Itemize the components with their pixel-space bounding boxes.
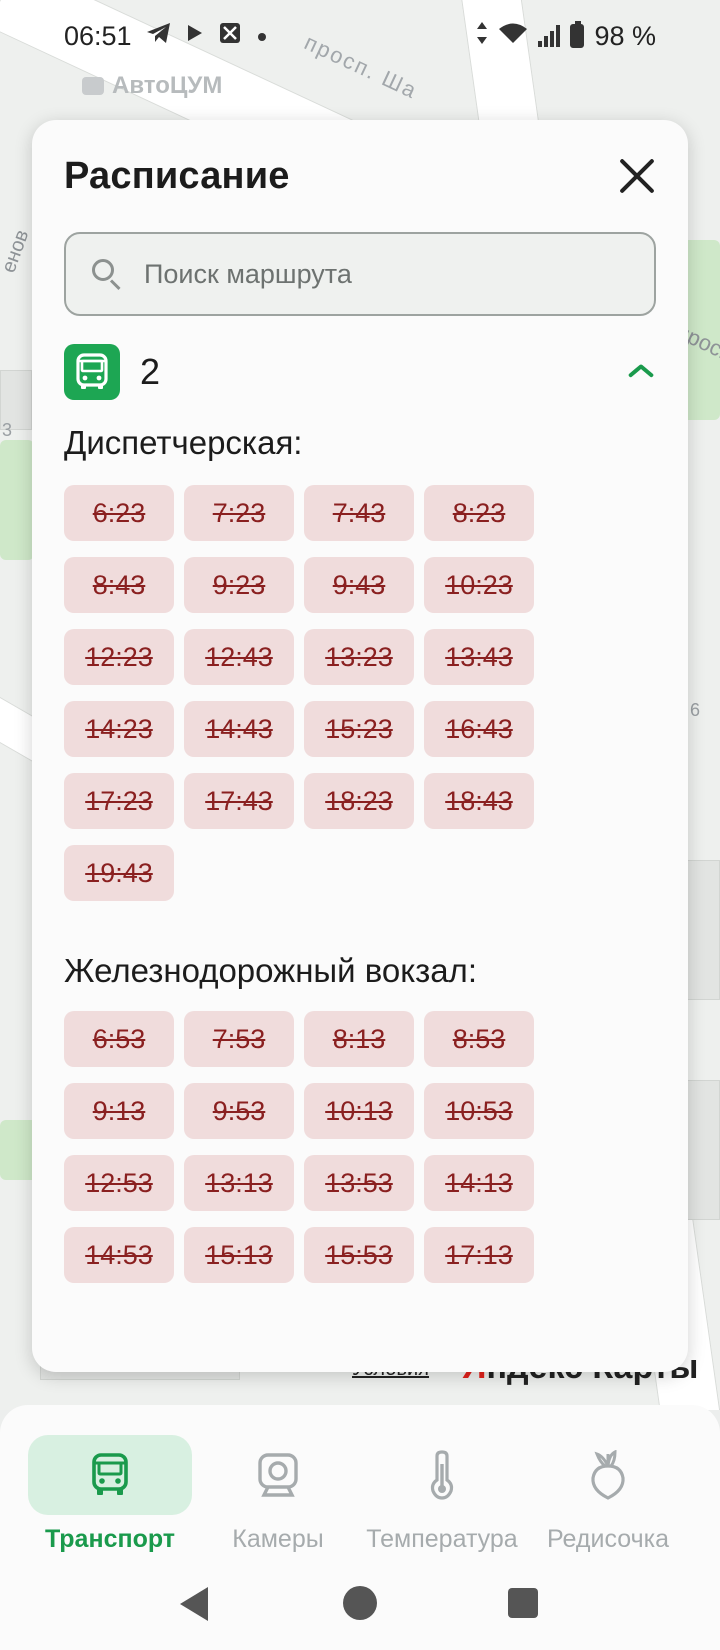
departure-time-chip[interactable]: 7:43 — [304, 485, 414, 541]
departure-time-chip[interactable]: 14:23 — [64, 701, 174, 757]
schedule-scroll-area[interactable]: 2 Диспетчерская: 6:23 7:23 7:43 8:23 8:43 9:2… — [32, 328, 688, 1372]
map-poi-autocum[interactable]: АвтоЦУМ — [82, 72, 222, 100]
home-icon[interactable] — [343, 1586, 377, 1620]
departure-time-chip[interactable]: 9:53 — [184, 1083, 294, 1139]
dot-icon — [256, 22, 268, 50]
map-poi-label: АвтоЦУМ — [112, 72, 223, 99]
departure-time-chip[interactable]: 13:43 — [424, 629, 534, 685]
system-navigation-bar — [0, 1575, 720, 1635]
bus-icon — [92, 1453, 128, 1495]
data-arrows-icon — [476, 21, 488, 52]
route-header[interactable]: 2 — [64, 344, 660, 400]
nav-label: Транспорт — [44, 1525, 176, 1553]
close-icon[interactable] — [614, 153, 660, 199]
thermometer-icon — [430, 1450, 454, 1500]
nav-transport[interactable]: Транспорт — [20, 1435, 200, 1565]
departure-time-chip[interactable]: 13:23 — [304, 629, 414, 685]
departure-time-chip[interactable]: 17:23 — [64, 773, 174, 829]
departure-time-chip[interactable]: 18:23 — [304, 773, 414, 829]
stop-name-railway-station: Железнодорожный вокзал: — [64, 952, 477, 989]
departure-time-chip[interactable]: 9:13 — [64, 1083, 174, 1139]
departure-time-chip[interactable]: 8:13 — [304, 1011, 414, 1067]
nav-radish[interactable]: Редисочка — [518, 1435, 698, 1565]
nav-temperature-pill — [360, 1435, 524, 1515]
status-bar: 06:51 98 % — [0, 0, 720, 72]
wifi-icon — [498, 22, 528, 51]
departure-time-chip[interactable]: 17:13 — [424, 1227, 534, 1283]
departure-time-chip[interactable]: 6:53 — [64, 1011, 174, 1067]
departure-time-chip[interactable]: 15:23 — [304, 701, 414, 757]
nav-label: Камеры — [232, 1525, 324, 1553]
route-search-input[interactable] — [144, 258, 584, 290]
departure-time-chip[interactable]: 15:13 — [184, 1227, 294, 1283]
car-icon — [82, 77, 104, 95]
nav-temperature[interactable]: Температура — [352, 1435, 532, 1565]
departure-time-chip[interactable]: 9:23 — [184, 557, 294, 613]
bottom-navigation: Транспорт Камеры Температура Редисочка — [0, 1405, 720, 1650]
nav-transport-pill — [28, 1435, 192, 1515]
departure-times-railway-station: 6:53 7:53 8:13 8:53 9:13 9:53 10:13 10:53 12:53 1… — [64, 1011, 544, 1283]
radish-icon — [591, 1450, 625, 1500]
departure-time-chip[interactable]: 7:23 — [184, 485, 294, 541]
map-house-number: 3 — [2, 420, 13, 440]
nav-radish-pill — [526, 1435, 690, 1515]
back-icon[interactable] — [180, 1587, 208, 1621]
signal-icon — [538, 25, 561, 47]
schedule-header: Расписание — [64, 146, 660, 206]
departure-time-chip[interactable]: 10:53 — [424, 1083, 534, 1139]
schedule-panel: Расписание Поиск маршрута 2 Диспетчерска… — [32, 120, 688, 1372]
battery-icon — [570, 21, 585, 48]
departure-times-dispatcher: 6:23 7:23 7:43 8:23 8:43 9:23 9:43 10:23 12:23 12… — [64, 485, 544, 901]
departure-time-chip[interactable]: 14:53 — [64, 1227, 174, 1283]
map-street-label-left: енов — [0, 226, 34, 276]
departure-time-chip[interactable]: 8:53 — [424, 1011, 534, 1067]
play-icon — [186, 22, 204, 50]
battery-percent: 98 % — [594, 20, 656, 51]
departure-time-chip[interactable]: 10:23 — [424, 557, 534, 613]
nav-cameras[interactable]: Камеры — [188, 1435, 368, 1565]
departure-time-chip[interactable]: 6:23 — [64, 485, 174, 541]
crossed-box-icon — [218, 21, 242, 52]
departure-time-chip[interactable]: 10:13 — [304, 1083, 414, 1139]
departure-time-chip[interactable]: 9:43 — [304, 557, 414, 613]
nav-label: Температура — [366, 1525, 518, 1553]
departure-time-chip[interactable]: 7:53 — [184, 1011, 294, 1067]
departure-time-chip[interactable]: 17:43 — [184, 773, 294, 829]
search-icon — [90, 257, 124, 291]
departure-time-chip[interactable]: 13:53 — [304, 1155, 414, 1211]
departure-time-chip[interactable]: 14:13 — [424, 1155, 534, 1211]
departure-time-chip[interactable]: 13:13 — [184, 1155, 294, 1211]
departure-time-chip[interactable]: 15:53 — [304, 1227, 414, 1283]
departure-time-chip[interactable]: 18:43 — [424, 773, 534, 829]
telegram-icon — [146, 21, 172, 52]
departure-time-chip[interactable]: 8:23 — [424, 485, 534, 541]
departure-time-chip[interactable]: 12:23 — [64, 629, 174, 685]
nav-cameras-pill — [196, 1435, 360, 1515]
departure-time-chip[interactable]: 14:43 — [184, 701, 294, 757]
recent-apps-icon[interactable] — [508, 1588, 538, 1618]
camera-icon — [258, 1453, 298, 1497]
panel-title: Расписание — [64, 154, 290, 197]
route-number: 2 — [140, 351, 161, 392]
departure-time-chip[interactable]: 12:53 — [64, 1155, 174, 1211]
stop-name-dispatcher: Диспетчерская: — [64, 424, 303, 461]
bus-icon — [64, 344, 120, 400]
nav-label: Редисочка — [546, 1525, 670, 1553]
departure-time-chip[interactable]: 8:43 — [64, 557, 174, 613]
map-house-number: 6 — [690, 700, 701, 720]
status-time: 06:51 — [64, 20, 132, 51]
search-box[interactable] — [64, 232, 656, 316]
departure-time-chip[interactable]: 12:43 — [184, 629, 294, 685]
departure-time-chip[interactable]: 16:43 — [424, 701, 534, 757]
chevron-up-icon[interactable] — [626, 357, 656, 387]
departure-time-chip[interactable]: 19:43 — [64, 845, 174, 901]
